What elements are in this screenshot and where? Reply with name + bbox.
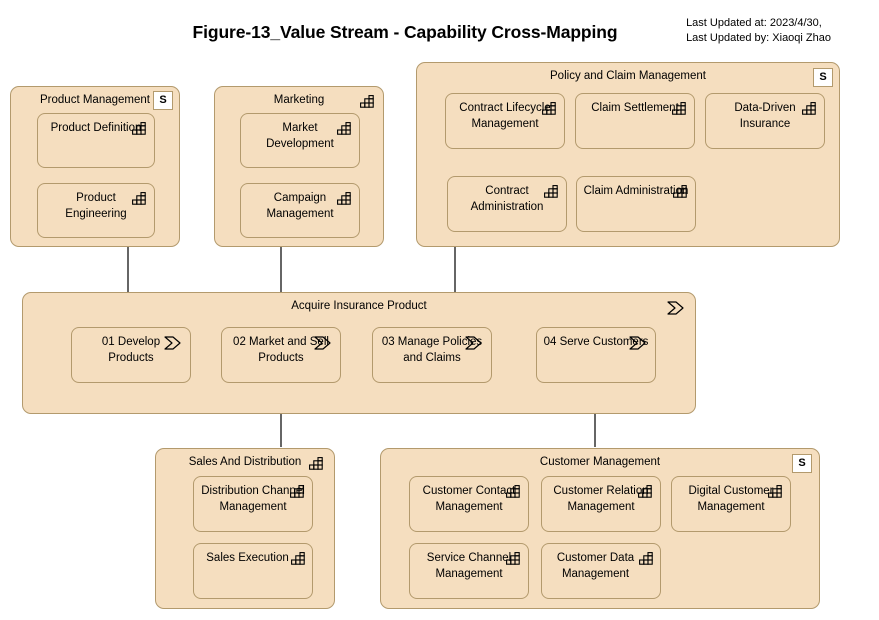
capability-icon [639, 552, 654, 565]
value-stream-icon [465, 336, 483, 350]
capability-icon [309, 457, 324, 470]
value-stream-stage-01[interactable]: 01 Develop Products [71, 327, 191, 383]
value-stream-icon [667, 301, 685, 315]
element-digital-customer-management[interactable]: Digital Customer Management [671, 476, 791, 532]
group-product-management[interactable]: Product Management S Product Definition [10, 86, 180, 247]
element-label: Customer Data Management [556, 552, 635, 580]
capability-icon [290, 485, 305, 498]
value-stream-stage-02[interactable]: 02 Market and Sell Products [221, 327, 341, 383]
element-product-engineering[interactable]: Product Engineering [37, 183, 155, 238]
element-contract-lifecycle-management[interactable]: Contract Lifecycle Management [445, 93, 565, 149]
capability-icon [672, 102, 687, 115]
value-stream-stage-03[interactable]: 03 Manage Policies and Claims [372, 327, 492, 383]
capability-icon [132, 122, 147, 135]
element-campaign-management[interactable]: Campaign Management [240, 183, 360, 238]
capability-icon [638, 485, 653, 498]
group-title: Sales And Distribution [188, 456, 302, 468]
element-market-development[interactable]: Market Development [240, 113, 360, 168]
element-contract-administration[interactable]: Contract Administration [447, 176, 567, 232]
last-updated-at: Last Updated at: 2023/4/30, [686, 17, 822, 29]
specialization-badge: S [813, 68, 833, 87]
diagram-canvas: Figure-13_Value Stream - Capability Cros… [0, 0, 879, 620]
group-title: Policy and Claim Management [550, 70, 706, 82]
element-distribution-channel-management[interactable]: Distribution Channel Management [193, 476, 313, 532]
capability-icon [802, 102, 817, 115]
element-label: Sales Execution [206, 552, 289, 564]
capability-icon [506, 552, 521, 565]
capability-icon [291, 552, 306, 565]
element-product-definition[interactable]: Product Definition [37, 113, 155, 168]
element-claim-administration[interactable]: Claim Administration [576, 176, 696, 232]
group-marketing[interactable]: Marketing Market Development Campaign Ma… [214, 86, 384, 247]
capability-icon [768, 485, 783, 498]
value-stream-icon [629, 336, 647, 350]
value-stream-icon [164, 336, 182, 350]
capability-icon [673, 185, 688, 198]
element-data-driven-insurance[interactable]: Data-Driven Insurance [705, 93, 825, 149]
specialization-badge: S [792, 454, 812, 473]
value-stream-stage-04[interactable]: 04 Serve Customers [536, 327, 656, 383]
group-sales-and-distribution[interactable]: Sales And Distribution Distribution Chan… [155, 448, 335, 609]
last-updated-by: Last Updated by: Xiaoqi Zhao [686, 32, 831, 44]
element-service-channel-management[interactable]: Service Channel Management [409, 543, 529, 599]
capability-icon [337, 192, 352, 205]
capability-icon [337, 122, 352, 135]
capability-icon [360, 95, 375, 108]
group-title: Customer Management [539, 456, 661, 468]
group-policy-and-claim-management[interactable]: Policy and Claim Management S Contract L… [416, 62, 840, 247]
value-stream-title: Acquire Insurance Product [291, 300, 427, 312]
capability-icon [544, 185, 559, 198]
last-updated-metadata: Last Updated at: 2023/4/30, Last Updated… [686, 16, 831, 46]
value-stream-acquire-insurance-product[interactable]: Acquire Insurance Product 01 Develop Pro… [22, 292, 696, 414]
capability-icon [506, 485, 521, 498]
element-customer-data-management[interactable]: Customer Data Management [541, 543, 661, 599]
group-title: Marketing [273, 94, 325, 106]
element-customer-relation-management[interactable]: Customer Relation Management [541, 476, 661, 532]
capability-icon [542, 102, 557, 115]
group-customer-management[interactable]: Customer Management S Customer Contact M… [380, 448, 820, 609]
element-claim-settlement[interactable]: Claim Settlement [575, 93, 695, 149]
capability-icon [132, 192, 147, 205]
value-stream-icon [314, 336, 332, 350]
element-customer-contact-management[interactable]: Customer Contact Management [409, 476, 529, 532]
specialization-badge: S [153, 91, 173, 110]
element-sales-execution[interactable]: Sales Execution [193, 543, 313, 599]
